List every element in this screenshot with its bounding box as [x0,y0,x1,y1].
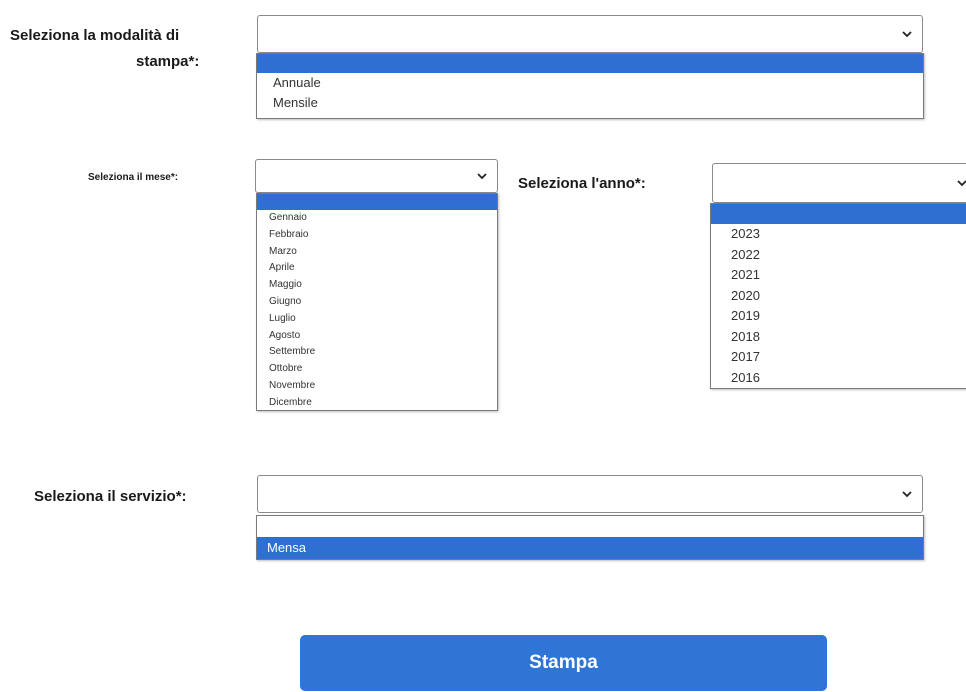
mese-dropdown: Gennaio Febbraio Marzo Aprile Maggio Giugno Lu… [256,193,498,411]
anno-option-list: 2023 2022 2021 2020 2019 2018 2017 2016 [711,224,966,388]
anno-option[interactable]: 2019 [711,306,966,327]
chevron-down-icon [475,169,489,183]
servizio-select[interactable] [257,475,923,513]
mese-select[interactable] [255,159,498,193]
modalita-option-empty[interactable] [257,54,923,73]
servizio-dropdown: Mensa [256,515,924,560]
modalita-dropdown: Annuale Mensile [256,53,924,119]
anno-label: Seleziona l'anno*: [518,175,646,192]
anno-option[interactable]: 2023 [711,224,966,245]
mese-option[interactable]: Aprile [257,260,497,277]
chevron-down-icon [900,27,914,41]
mese-label: Seleziona il mese*: [88,172,179,183]
modalita-label-line2: stampa*: [136,53,200,70]
anno-option[interactable]: 2018 [711,327,966,348]
mese-option[interactable]: Agosto [257,328,497,345]
anno-option[interactable]: 2016 [711,368,966,389]
chevron-down-icon [955,176,966,190]
anno-option[interactable]: 2017 [711,347,966,368]
chevron-down-icon [900,487,914,501]
anno-option-empty[interactable] [711,204,966,224]
mese-option-list: Gennaio Febbraio Marzo Aprile Maggio Giugno Lu… [257,210,497,410]
mese-option[interactable]: Ottobre [257,361,497,378]
modalita-label-line1: Seleziona la modalità di [10,27,180,44]
modalita-option-annuale[interactable]: Annuale [257,73,923,93]
mese-option[interactable]: Febbraio [257,227,497,244]
mese-option[interactable]: Marzo [257,244,497,261]
mese-option[interactable]: Novembre [257,378,497,395]
mese-option-empty[interactable] [257,194,497,210]
modalita-select[interactable] [257,15,923,53]
anno-option[interactable]: 2021 [711,265,966,286]
anno-option[interactable]: 2020 [711,286,966,307]
mese-option[interactable]: Maggio [257,277,497,294]
servizio-label: Seleziona il servizio*: [34,488,187,505]
mese-option[interactable]: Gennaio [257,210,497,227]
anno-dropdown: 2023 2022 2021 2020 2019 2018 2017 2016 [710,203,966,389]
stampa-button[interactable]: Stampa [300,635,827,691]
servizio-option-mensa[interactable]: Mensa [257,537,923,559]
mese-option[interactable]: Settembre [257,344,497,361]
modalita-option-mensile[interactable]: Mensile [257,93,923,113]
mese-option[interactable]: Dicembre [257,395,497,410]
anno-option[interactable]: 2022 [711,245,966,266]
servizio-option-empty[interactable] [257,516,923,537]
mese-option[interactable]: Luglio [257,311,497,328]
mese-option[interactable]: Giugno [257,294,497,311]
anno-select[interactable] [712,163,966,203]
